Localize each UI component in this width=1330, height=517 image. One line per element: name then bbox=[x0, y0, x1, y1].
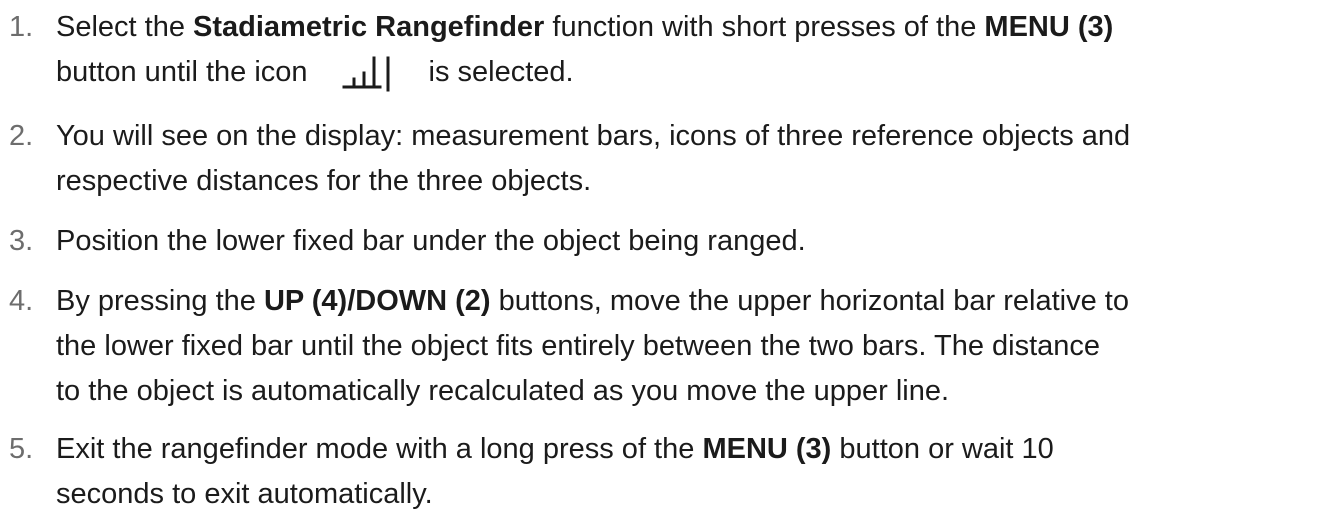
bold-term-up-down-buttons: UP (4)/DOWN (2) bbox=[263, 285, 491, 317]
step-text: Exit the rangefinder mode with a long pr… bbox=[56, 427, 1328, 517]
step-line: By pressing the UP (4)/DOWN (2) buttons,… bbox=[56, 279, 1328, 324]
bold-term-stadiametric-rangefinder: Stadiametric Rangefinder bbox=[193, 11, 545, 43]
stadiametric-rangefinder-icon bbox=[308, 50, 429, 95]
bold-term-menu-button: MENU (3) bbox=[984, 11, 1114, 43]
text-run: buttons, move the upper horizontal bar r… bbox=[490, 285, 1129, 317]
step-number: 4. bbox=[9, 285, 34, 317]
step-text: By pressing the UP (4)/DOWN (2) buttons,… bbox=[56, 279, 1328, 414]
step-line: the lower fixed bar until the object fit… bbox=[56, 330, 1101, 362]
step-line: button until the icon is selected. bbox=[56, 50, 1328, 95]
step-number: 1. bbox=[9, 11, 34, 43]
text-run: Exit the rangefinder mode with a long pr… bbox=[56, 433, 703, 465]
step-line: Exit the rangefinder mode with a long pr… bbox=[56, 427, 1328, 472]
step-line: to the object is automatically recalcula… bbox=[56, 375, 950, 407]
text-run: Select the bbox=[56, 11, 194, 43]
step-text: You will see on the display: measurement… bbox=[56, 114, 1328, 204]
text-run: button until the icon bbox=[56, 56, 308, 88]
step-line: You will see on the display: measurement… bbox=[56, 120, 1131, 152]
bold-term-menu-button: MENU (3) bbox=[702, 433, 832, 465]
step-number: 5. bbox=[9, 433, 34, 465]
text-run: button or wait 10 bbox=[831, 433, 1054, 465]
text-run: is selected. bbox=[428, 56, 574, 88]
text-run: function with short presses of the bbox=[544, 11, 985, 43]
step-line: respective distances for the three objec… bbox=[56, 165, 592, 197]
step-line: Select the Stadiametric Rangefinder func… bbox=[56, 5, 1328, 50]
step-line: Position the lower fixed bar under the o… bbox=[56, 225, 806, 257]
step-number: 2. bbox=[9, 120, 34, 152]
step-text: Position the lower fixed bar under the o… bbox=[56, 219, 1328, 264]
step-line: seconds to exit automatically. bbox=[56, 478, 433, 510]
step-text: Select the Stadiametric Rangefinder func… bbox=[56, 5, 1328, 95]
text-run: By pressing the bbox=[56, 285, 264, 317]
step-number: 3. bbox=[9, 225, 34, 257]
